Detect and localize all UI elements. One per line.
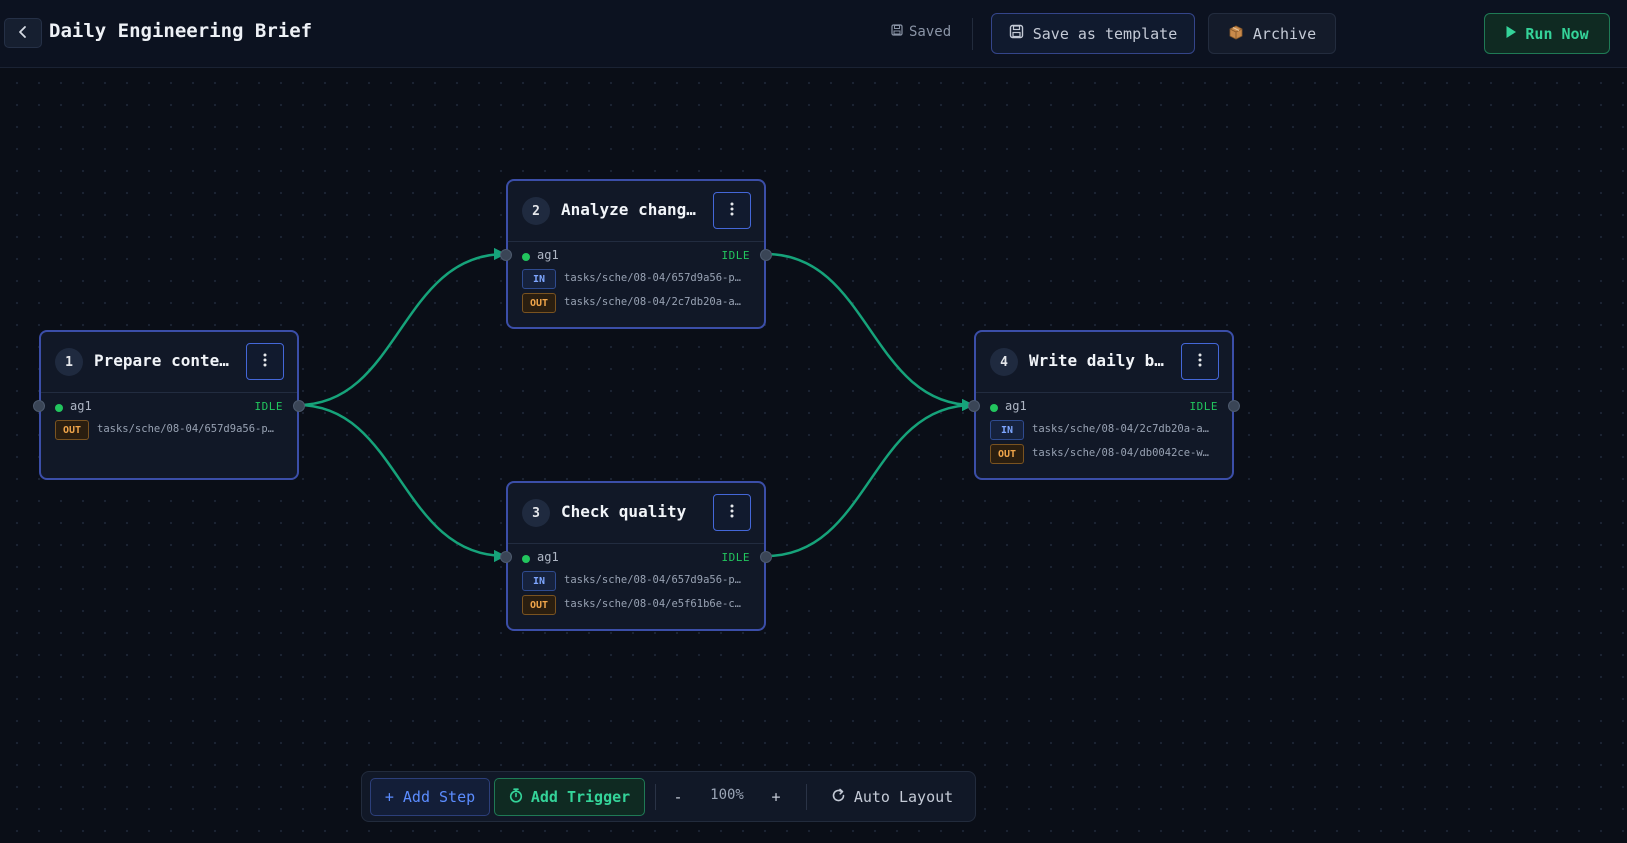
agent-status-dot <box>522 555 530 563</box>
out-badge: OUT <box>522 293 556 313</box>
output-path: tasks/sche/08-04/2c7db20a-a… <box>564 296 742 308</box>
agent-status-dot <box>55 404 63 412</box>
node-menu-button[interactable] <box>1181 343 1219 380</box>
vertical-ellipsis-icon <box>263 352 267 371</box>
output-path: tasks/sche/08-04/e5f61b6e-c… <box>564 598 742 610</box>
input-port[interactable] <box>33 400 45 412</box>
edge-1-to-2 <box>297 247 507 407</box>
agent-name: ag1 <box>70 399 92 413</box>
agent-row: ag1 IDLE <box>976 393 1232 419</box>
add-step-button[interactable]: + Add Step <box>370 778 490 816</box>
workflow-node-4[interactable]: 4 Write daily b… ag1 IDLE IN tasks/sche/… <box>968 330 1240 480</box>
node-header: 4 Write daily b… <box>976 332 1232 393</box>
output-path: tasks/sche/08-04/657d9a56-p… <box>97 423 275 435</box>
in-badge: IN <box>522 269 556 289</box>
output-port[interactable] <box>1228 400 1240 412</box>
status-badge: IDLE <box>254 400 283 413</box>
vertical-ellipsis-icon <box>1198 352 1202 371</box>
in-badge: IN <box>990 420 1024 440</box>
edge-1-to-3 <box>297 403 507 563</box>
in-badge: IN <box>522 571 556 591</box>
workflow-node-2[interactable]: 2 Analyze chang… ag1 IDLE IN tasks/sche/… <box>500 179 772 329</box>
out-badge: OUT <box>990 444 1024 464</box>
workflow-node-1[interactable]: 1 Prepare conte… ag1 IDLE OUT tasks/sche… <box>33 330 305 480</box>
auto-layout-button[interactable]: Auto Layout <box>822 778 962 816</box>
vertical-ellipsis-icon <box>730 201 734 220</box>
input-path: tasks/sche/08-04/657d9a56-p… <box>564 272 742 284</box>
node-menu-button[interactable] <box>713 192 751 229</box>
node-header: 2 Analyze chang… <box>508 181 764 242</box>
node-title: Check quality <box>561 502 687 521</box>
add-trigger-label: Add Trigger <box>530 788 631 806</box>
input-path: tasks/sche/08-04/657d9a56-p… <box>564 574 742 586</box>
agent-row: ag1 IDLE <box>508 544 764 570</box>
out-badge: OUT <box>55 420 89 440</box>
agent-status-dot <box>522 253 530 261</box>
output-row: OUT tasks/sche/08-04/657d9a56-p… <box>41 419 297 443</box>
out-badge: OUT <box>522 595 556 615</box>
step-number: 1 <box>55 348 83 376</box>
output-port[interactable] <box>760 551 772 563</box>
input-row: IN tasks/sche/08-04/657d9a56-p… <box>508 570 764 594</box>
input-port[interactable] <box>500 249 512 261</box>
input-port[interactable] <box>968 400 980 412</box>
vertical-ellipsis-icon <box>730 503 734 522</box>
zoom-out-button[interactable]: - <box>668 784 688 810</box>
auto-layout-label: Auto Layout <box>853 788 954 806</box>
output-port[interactable] <box>293 400 305 412</box>
node-title: Prepare conte… <box>94 351 229 370</box>
add-trigger-button[interactable]: Add Trigger <box>494 778 645 816</box>
node-menu-button[interactable] <box>246 343 284 380</box>
zoom-level: 100% <box>710 787 744 803</box>
node-header: 3 Check quality <box>508 483 764 544</box>
status-badge: IDLE <box>1189 400 1218 413</box>
input-port[interactable] <box>500 551 512 563</box>
workflow-node-3[interactable]: 3 Check quality ag1 IDLE IN tasks/sche/0… <box>500 481 772 631</box>
edge-2-to-4 <box>765 252 975 412</box>
input-path: tasks/sche/08-04/2c7db20a-a… <box>1032 423 1210 435</box>
output-row: OUT tasks/sche/08-04/2c7db20a-a… <box>508 292 764 316</box>
toolbar-divider <box>655 784 656 810</box>
status-badge: IDLE <box>721 249 750 262</box>
canvas-toolbar: + Add Step Add Trigger - 100% + Auto Lay… <box>361 771 976 822</box>
stopwatch-icon <box>509 787 523 807</box>
refresh-icon <box>831 788 846 807</box>
node-title: Write daily b… <box>1029 351 1164 370</box>
output-path: tasks/sche/08-04/db0042ce-w… <box>1032 447 1210 459</box>
agent-row: ag1 IDLE <box>508 242 764 268</box>
agent-name: ag1 <box>537 550 559 564</box>
agent-row: ag1 IDLE <box>41 393 297 419</box>
status-badge: IDLE <box>721 551 750 564</box>
edge-3-to-4 <box>765 398 975 558</box>
output-port[interactable] <box>760 249 772 261</box>
node-menu-button[interactable] <box>713 494 751 531</box>
zoom-in-button[interactable]: + <box>766 784 786 810</box>
input-row: IN tasks/sche/08-04/657d9a56-p… <box>508 268 764 292</box>
step-number: 3 <box>522 499 550 527</box>
output-row: OUT tasks/sche/08-04/e5f61b6e-c… <box>508 594 764 618</box>
node-title: Analyze chang… <box>561 200 696 219</box>
input-row: IN tasks/sche/08-04/2c7db20a-a… <box>976 419 1232 443</box>
node-header: 1 Prepare conte… <box>41 332 297 393</box>
toolbar-divider <box>806 784 807 810</box>
agent-status-dot <box>990 404 998 412</box>
agent-name: ag1 <box>537 248 559 262</box>
step-number: 4 <box>990 348 1018 376</box>
agent-name: ag1 <box>1005 399 1027 413</box>
output-row: OUT tasks/sche/08-04/db0042ce-w… <box>976 443 1232 467</box>
step-number: 2 <box>522 197 550 225</box>
